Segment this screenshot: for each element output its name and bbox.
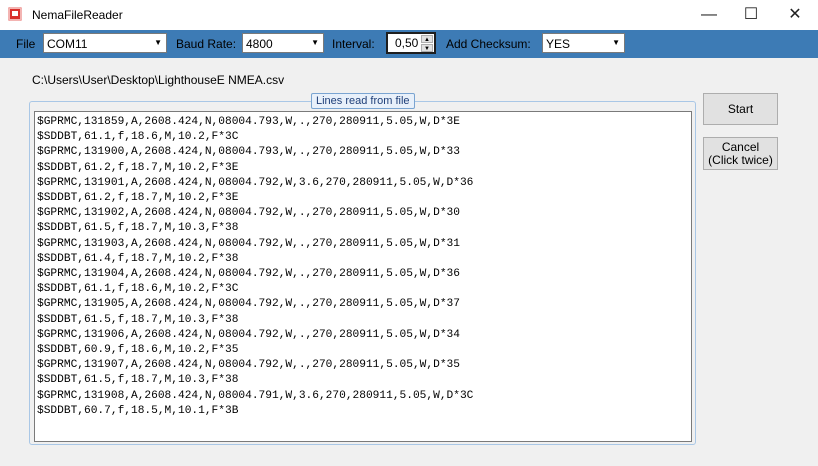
nmea-line: $SDDBT,61.2,f,18.7,M,10.2,F*3E [37,192,239,205]
lines-content: $GPRMC,131859,A,2608.424,N,08004.793,W,.… [37,115,473,419]
baud-rate-label: Baud Rate: [176,37,237,51]
nmea-line: $SDDBT,61.4,f,18.7,M,10.2,F*38 [37,252,239,265]
nmea-line: $GPRMC,131906,A,2608.424,N,08004.792,W,.… [37,328,460,341]
title-bar: NemaFileReader — ☐ ✕ [0,0,818,30]
nmea-line: $SDDBT,61.5,f,18.7,M,10.3,F*38 [37,222,239,235]
nmea-line: $GPRMC,131908,A,2608.424,N,08004.791,W,3… [37,389,474,402]
nmea-line: $GPRMC,131903,A,2608.424,N,08004.792,W,.… [37,237,460,250]
baud-rate-combo[interactable]: 4800 ▼ [242,33,324,53]
nmea-line: $SDDBT,60.7,f,18.5,M,10.1,F*3B [37,404,239,417]
start-button[interactable]: Start [703,93,778,125]
nmea-line: $GPRMC,131900,A,2608.424,N,08004.793,W,.… [37,146,460,159]
nmea-line: $GPRMC,131904,A,2608.424,N,08004.792,W,.… [37,268,460,281]
nmea-line: $SDDBT,61.2,f,18.7,M,10.2,F*3E [37,161,239,174]
nmea-line: $SDDBT,61.1,f,18.6,M,10.2,F*3C [37,283,239,296]
nmea-line: $SDDBT,61.5,f,18.7,M,10.3,F*38 [37,374,239,387]
interval-label: Interval: [332,37,375,51]
nmea-line: $GPRMC,131907,A,2608.424,N,08004.792,W,.… [37,359,460,372]
cancel-button[interactable]: Cancel (Click twice) [703,137,778,170]
add-checksum-value: YES [546,37,571,51]
nmea-line: $GPRMC,131901,A,2608.424,N,08004.792,W,3… [37,176,474,189]
interval-value: 0,50 [395,36,419,50]
baud-rate-value: 4800 [246,37,273,51]
nmea-line: $SDDBT,60.9,f,18.6,M,10.2,F*35 [37,344,239,357]
nmea-line: $SDDBT,61.5,f,18.7,M,10.3,F*38 [37,313,239,326]
spin-down-icon[interactable]: ▼ [421,44,433,52]
close-button[interactable]: ✕ [772,0,818,30]
minimize-button[interactable]: — [686,0,732,30]
nmea-line: $GPRMC,131902,A,2608.424,N,08004.792,W,.… [37,207,460,220]
file-label: File [16,37,36,51]
spin-up-icon[interactable]: ▲ [421,35,433,43]
group-title: Lines read from file [311,93,415,109]
interval-stepper[interactable]: 0,50 ▲ ▼ [386,32,436,54]
file-combo-value: COM11 [47,37,88,51]
chevron-down-icon: ▼ [612,38,620,47]
file-path: C:\Users\User\Desktop\LighthouseE NMEA.c… [32,73,285,87]
nmea-line: $GPRMC,131859,A,2608.424,N,08004.793,W,.… [37,116,460,128]
app-icon [8,7,22,21]
add-checksum-label: Add Checksum: [446,37,531,51]
start-button-label: Start [727,102,754,116]
chevron-down-icon: ▼ [154,38,162,47]
file-combo[interactable]: COM11 ▼ [43,33,167,53]
lines-textbox[interactable]: $GPRMC,131859,A,2608.424,N,08004.793,W,.… [34,111,692,442]
cancel-button-hint: (Click twice) [708,153,773,167]
window-title: NemaFileReader [32,8,123,22]
chevron-down-icon: ▼ [311,38,319,47]
add-checksum-combo[interactable]: YES ▼ [542,33,625,53]
nmea-line: $SDDBT,61.1,f,18.6,M,10.2,F*3C [37,131,239,144]
maximize-button[interactable]: ☐ [728,0,774,30]
nmea-line: $GPRMC,131905,A,2608.424,N,08004.792,W,.… [37,298,460,311]
